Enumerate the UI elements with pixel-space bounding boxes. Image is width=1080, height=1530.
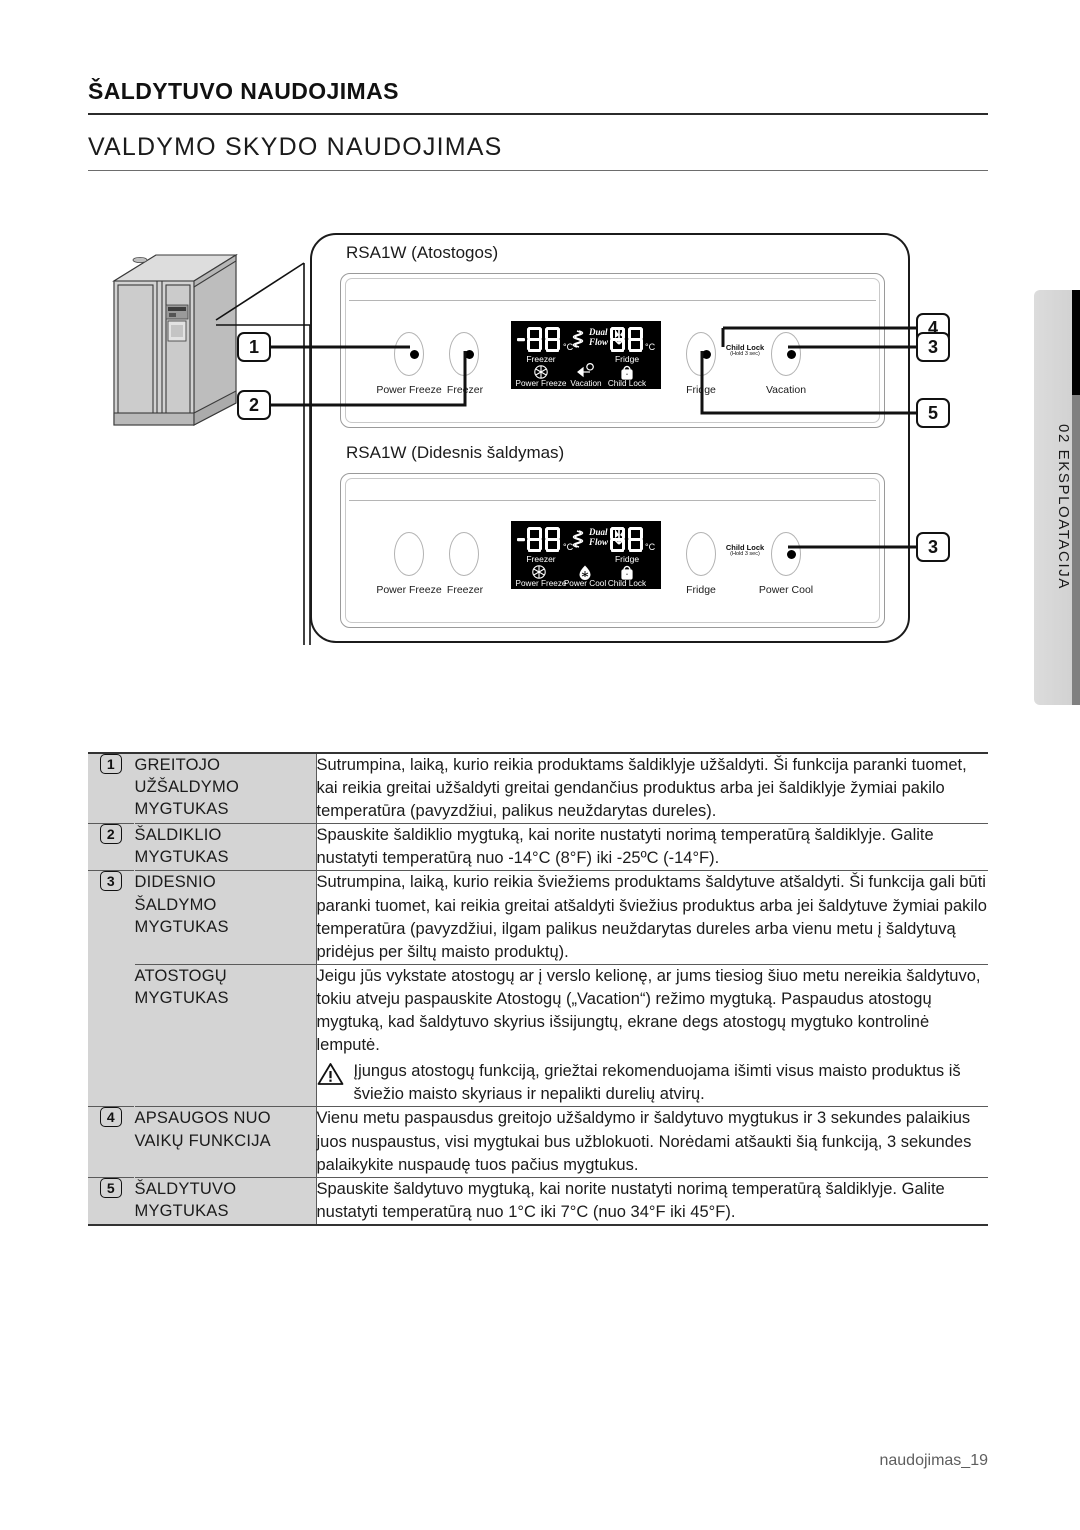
callout-3-top: 3 [916,332,950,362]
panel2-power-freeze-button[interactable] [394,532,424,576]
svg-text:°C: °C [563,542,574,552]
control-panel-1: Power Freeze Freezer °C Dual Flow °C Fre… [340,273,885,428]
row-2-desc: Spauskite šaldiklio mygtuką, kai norite … [316,823,988,871]
row-5-badge: 4 [99,1107,122,1128]
control-panel-2: Power Freeze Freezer °C Dual Flow °C Fre… [340,473,885,628]
callout-3-bottom: 3 [916,532,950,562]
row-1-name: GREITOJO UŽŠALDYMO MYGTUKAS [134,754,317,824]
row-2-badge: 2 [99,824,122,845]
heading-rule-1 [88,113,988,115]
panel1-title: RSA1W (Atostogos) [346,243,499,262]
row-1-desc: Sutrumpina, laiką, kurio reikia produkta… [316,754,988,824]
chapter-side-tab: 02 EKSPLOATACIJA [1034,290,1080,705]
warning-triangle-icon [317,1062,344,1093]
svg-text:Dual: Dual [588,327,608,337]
panel2-fridge-label: Fridge [686,584,716,596]
callout-5: 5 [916,398,950,428]
panel1-lcd-display: °C Dual Flow °C Freezer Fridge Power Fre… [511,321,661,389]
row-2-name: ŠALDIKLIO MYGTUKAS [134,823,317,871]
svg-text:°C: °C [645,342,656,352]
side-tab-label: 02 EKSPLOATACIJA [1055,423,1072,590]
panel2-child-lock-tag: Child Lock (Hold 3 sec) [725,543,765,557]
button-function-table: 1 GREITOJO UŽŠALDYMO MYGTUKAS Sutrumpina… [88,752,988,1226]
heading-rule-2 [88,170,988,171]
svg-text:Power Cool: Power Cool [564,579,607,588]
panel1-vacation-dot [786,350,796,359]
svg-text:Flow: Flow [588,337,609,347]
panel1-fridge-label: Fridge [686,384,716,396]
panel2-freezer-button[interactable] [449,532,479,576]
row-6-number-cell: 5 [88,1176,135,1224]
panel1-power-freeze-dot [409,350,419,359]
svg-text:Power Freeze: Power Freeze [516,379,567,388]
row-4-desc-text: Jeigu jūs vykstate atostogų ar į verslo … [316,966,981,1055]
panel2-divider [349,500,876,501]
row-6-name: ŠALDYTUVO MYGTUKAS [134,1176,317,1224]
chapter-heading: ŠALDYTUVO NAUDOJIMAS [88,78,399,104]
row-4-warning: Įjungus atostogų funkciją, griežtai reko… [317,1060,989,1106]
chapter-heading-block: ŠALDYTUVO NAUDOJIMAS [88,78,988,115]
section-heading: VALDYMO SKYDO NAUDOJIMAS [88,133,503,161]
row-4-warning-text: Įjungus atostogų funkciją, griežtai reko… [353,1062,961,1104]
panel2-title: RSA1W (Didesnis šaldymas) [346,443,565,462]
row-3-number-cell: 3 [88,870,135,1107]
side-tab-marker-dark [1072,290,1080,395]
svg-text:Child Lock: Child Lock [608,579,647,588]
table-row: 1 GREITOJO UŽŠALDYMO MYGTUKAS Sutrumpina… [88,754,988,824]
svg-text:Flow: Flow [588,537,609,547]
svg-text:Fridge: Fridge [615,354,639,364]
callout-2: 2 [237,390,271,420]
table-bottom-rule [88,1223,988,1226]
row-5-number-cell: 4 [88,1106,135,1178]
row-4-name: ATOSTOGŲ MYGTUKAS [134,963,317,1107]
manual-page: ŠALDYTUVO NAUDOJIMAS VALDYMO SKYDO NAUDO… [0,0,1080,1530]
panel2-fridge-button[interactable] [686,532,716,576]
callout-1: 1 [237,332,271,362]
svg-text:Fridge: Fridge [615,554,639,564]
panel1-freezer-label: Freezer [446,384,484,396]
svg-text:Freezer: Freezer [526,554,555,564]
row-3-name: DIDESNIO ŠALDYMO MYGTUKAS [134,870,317,965]
row-3-desc: Sutrumpina, laiką, kurio reikia šviežiem… [316,870,988,965]
page-footer: naudojimas_19 [879,1452,988,1469]
row-6-badge: 5 [99,1177,122,1198]
svg-text:Child Lock: Child Lock [608,379,647,388]
row-2-number-cell: 2 [88,823,135,871]
panel1-freezer-dot [464,350,474,359]
row-4-desc: Jeigu jūs vykstate atostogų ar į verslo … [316,963,989,1107]
table-row: 5 ŠALDYTUVO MYGTUKAS Spauskite šaldytuvo… [88,1176,988,1224]
panel1-fridge-dot [701,350,711,359]
row-6-desc: Spauskite šaldytuvo mygtuką, kai norite … [316,1176,988,1224]
row-3-badge: 3 [99,871,122,892]
table-row: 3 DIDESNIO ŠALDYMO MYGTUKAS Sutrumpina, … [88,870,988,1107]
section-heading-block: VALDYMO SKYDO NAUDOJIMAS [88,133,988,171]
table-row: 2 ŠALDIKLIO MYGTUKAS Spauskite šaldiklio… [88,823,988,871]
row-5-desc: Vienu metu paspausdus greitojo užšaldymo… [316,1106,988,1178]
panel1-vacation-label: Vacation [765,384,807,396]
svg-text:°C: °C [563,342,574,352]
control-panel-diagram: RSA1W (Atostogos) Power Freeze Freezer °… [88,225,988,665]
row-1-number-cell: 1 [88,754,135,824]
panel2-freezer-label: Freezer [446,584,484,596]
svg-text:Vacation: Vacation [570,379,602,388]
svg-text:Dual: Dual [588,527,608,537]
panel1-divider [349,300,876,301]
panel1-child-lock-tag: Child Lock (Hold 3 sec) [725,343,765,357]
svg-text:Freezer: Freezer [526,354,555,364]
panel2-power-cool-label: Power Cool [758,584,814,596]
refrigerator-illustration [110,243,240,433]
svg-text:Power Freeze: Power Freeze [516,579,567,588]
panel2-lcd-display: °C Dual Flow °C Freezer Fridge Power Fre… [511,521,661,589]
svg-text:°C: °C [645,542,656,552]
row-1-badge: 1 [99,754,122,774]
table-row: ATOSTOGŲ MYGTUKAS Jeigu jūs vykstate ato… [88,963,989,1107]
row-5-name: APSAUGOS NUO VAIKŲ FUNKCIJA [134,1106,317,1178]
side-tab-marker-grey [1072,395,1080,705]
panel2-power-cool-dot [786,550,796,559]
table-row: 4 APSAUGOS NUO VAIKŲ FUNKCIJA Vienu metu… [88,1106,988,1178]
